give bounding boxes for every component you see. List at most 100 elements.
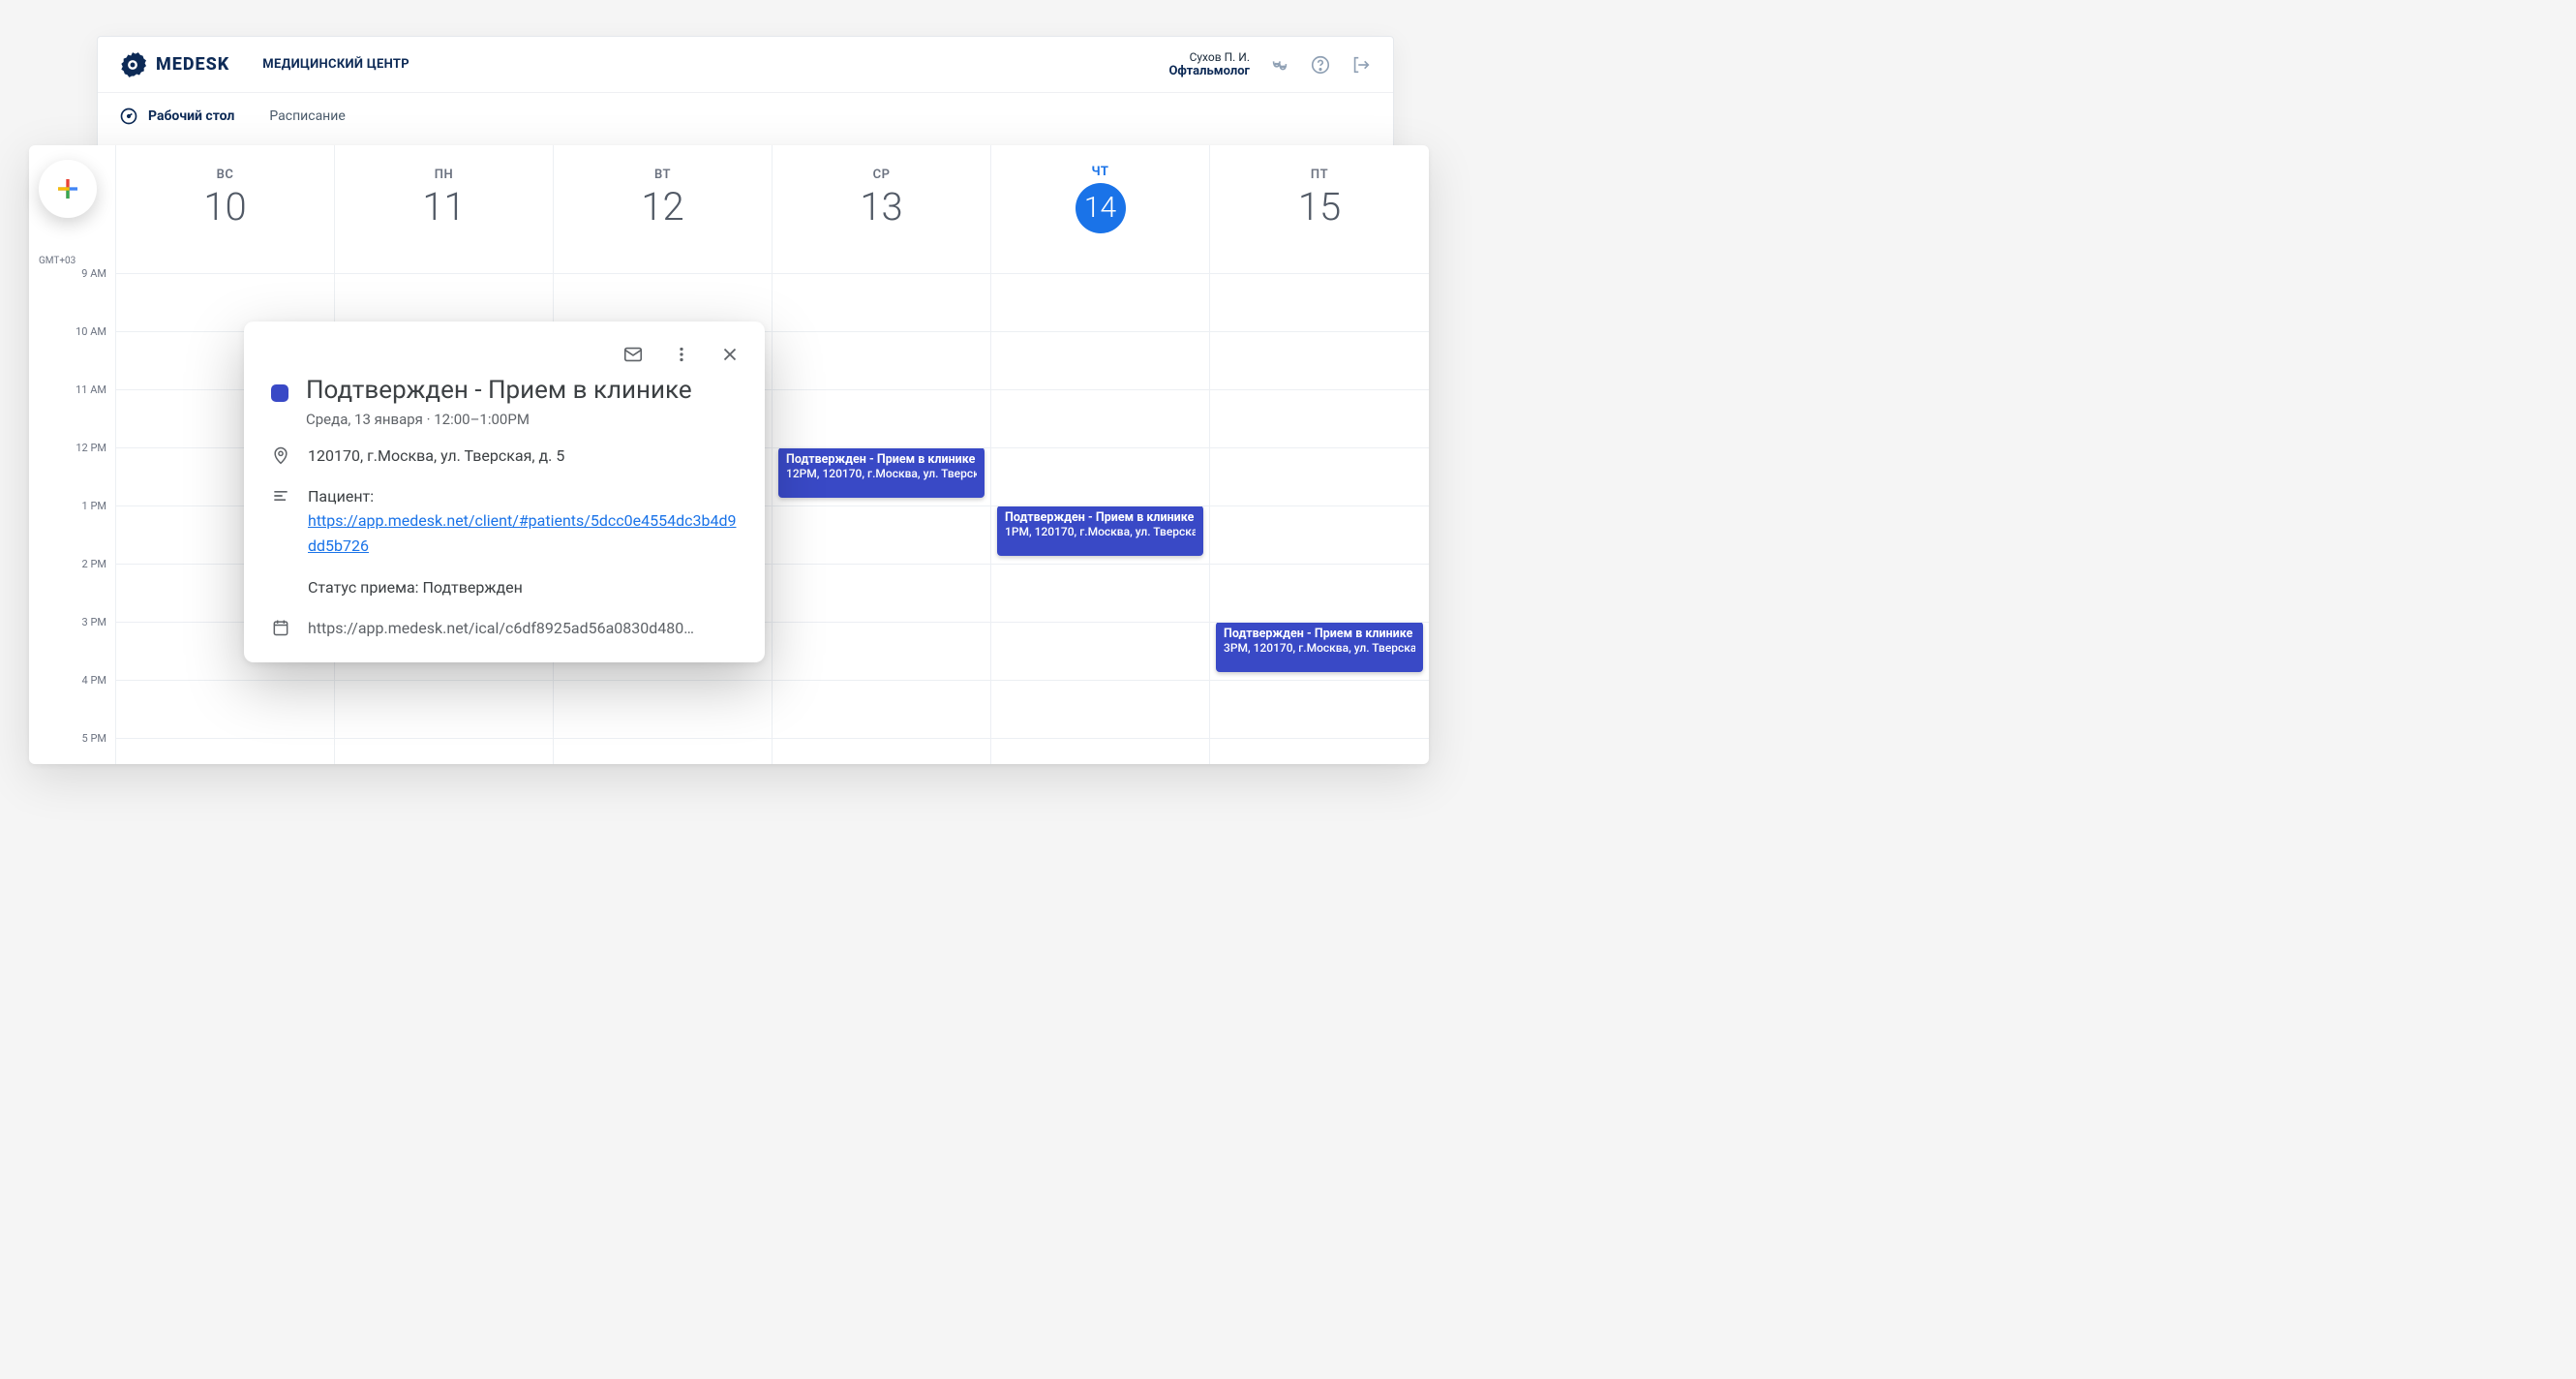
close-button[interactable]: [712, 337, 747, 372]
popover-actions: [244, 322, 765, 372]
hour-line: [554, 273, 772, 274]
grid-col-thu[interactable]: Подтвержден - Прием в клинике 1PM, 12017…: [991, 252, 1210, 764]
brand-logo[interactable]: MEDESK: [119, 51, 229, 78]
hour-line: [773, 273, 990, 274]
event-popover: Подтвержден - Прием в клинике Среда, 13 …: [244, 322, 765, 662]
day-col-sun[interactable]: ВС 10: [116, 145, 335, 252]
hour-line: [773, 680, 990, 681]
status-text: Статус приема: Подтвержден: [308, 575, 738, 600]
event-title: Подтвержден - Прием в клинике: [1005, 510, 1196, 525]
hour-line: [1210, 273, 1429, 274]
hour-line: [335, 738, 553, 739]
header-row-2: Рабочий стол Расписание: [98, 93, 1393, 139]
medesk-header-card: MEDESK МЕДИЦИНСКИЙ ЦЕНТР Сухов П. И. Офт…: [97, 36, 1394, 162]
hour-label: 11 AM: [37, 383, 106, 396]
day-name: ПН: [435, 168, 453, 182]
day-name: СР: [873, 168, 891, 182]
timezone-label: GMT+03: [39, 256, 76, 266]
hour-line: [773, 447, 990, 448]
day-col-thu[interactable]: ЧТ 14: [991, 145, 1210, 252]
clinic-name: МЕДИЦИНСКИЙ ЦЕНТР: [262, 57, 409, 72]
hour-line: [773, 622, 990, 623]
day-col-wed[interactable]: СР 13: [773, 145, 991, 252]
create-button[interactable]: [39, 160, 97, 218]
hour-label: 4 PM: [37, 674, 106, 687]
calendar-header: ВС 10 ПН 11 ВТ 12 СР 13 ЧТ 14 ПТ 15: [29, 145, 1429, 252]
event-fri[interactable]: Подтвержден - Прием в клинике 3PM, 12017…: [1216, 622, 1423, 672]
day-num: 11: [422, 184, 465, 230]
hour-label: 9 AM: [37, 267, 106, 280]
dots-vertical-icon: [671, 344, 692, 365]
day-num: 15: [1298, 184, 1341, 230]
patient-label: Пациент:: [308, 487, 374, 506]
hour-line: [335, 680, 553, 681]
event-thu[interactable]: Подтвержден - Прием в клинике 1PM, 12017…: [997, 506, 1203, 556]
hour-label: 3 PM: [37, 616, 106, 628]
hour-line: [773, 389, 990, 390]
grid-col-fri[interactable]: Подтвержден - Прием в клинике 3PM, 12017…: [1210, 252, 1429, 764]
event-detail: 12PM, 120170, г.Москва, ул. Тверская: [786, 467, 977, 480]
plus-icon: [53, 174, 82, 203]
event-detail: 1PM, 120170, г.Москва, ул. Тверская: [1005, 525, 1196, 538]
hour-line: [335, 273, 553, 274]
popover-source-row: https://app.medesk.net/ical/c6df8925ad56…: [244, 600, 765, 641]
hour-line: [991, 738, 1209, 739]
event-detail: 3PM, 120170, г.Москва, ул. Тверская: [1224, 641, 1415, 655]
hour-line: [991, 622, 1209, 623]
popover-location-row: 120170, г.Москва, ул. Тверская, д. 5: [244, 428, 765, 469]
hour-line: [991, 389, 1209, 390]
hour-line: [1210, 738, 1429, 739]
hour-line: [554, 680, 772, 681]
day-num: 10: [203, 184, 246, 230]
mask-icon[interactable]: [1269, 54, 1290, 76]
day-name: ВТ: [654, 168, 671, 182]
event-color-swatch: [271, 384, 288, 402]
hour-line: [1210, 447, 1429, 448]
day-num: 13: [860, 184, 902, 230]
description-icon: [271, 486, 290, 506]
hour-line: [1210, 564, 1429, 565]
user-role: Офтальмолог: [1168, 64, 1250, 78]
day-num: 14: [1084, 191, 1116, 225]
popover-location: 120170, г.Москва, ул. Тверская, д. 5: [308, 444, 564, 469]
day-name: ПТ: [1311, 168, 1328, 182]
nav-dashboard[interactable]: Рабочий стол: [119, 107, 234, 126]
event-wed[interactable]: Подтвержден - Прием в клинике 12PM, 1201…: [778, 447, 985, 498]
hour-line: [1210, 389, 1429, 390]
popover-title-row: Подтвержден - Прием в клинике Среда, 13 …: [244, 372, 765, 428]
user-name: Сухов П. И.: [1168, 50, 1250, 64]
hour-line: [991, 564, 1209, 565]
popover-description: Пациент: https://app.medesk.net/client/#…: [308, 484, 738, 600]
location-icon: [271, 445, 290, 465]
email-button[interactable]: [616, 337, 651, 372]
logout-icon[interactable]: [1350, 54, 1372, 76]
popover-title: Подтвержден - Прием в клинике: [306, 376, 692, 405]
day-col-mon[interactable]: ПН 11: [335, 145, 554, 252]
event-title: Подтвержден - Прием в клинике: [786, 452, 977, 467]
help-icon[interactable]: [1310, 54, 1331, 76]
hour-line: [116, 738, 334, 739]
grid-col-wed[interactable]: Подтвержден - Прием в клинике 12PM, 1201…: [773, 252, 991, 764]
day-name: ВС: [217, 168, 234, 182]
day-col-fri[interactable]: ПТ 15: [1210, 145, 1429, 252]
patient-link[interactable]: https://app.medesk.net/client/#patients/…: [308, 511, 737, 555]
hour-line: [773, 564, 990, 565]
brand-text: MEDESK: [156, 54, 229, 75]
popover-subtitle: Среда, 13 января · 12:00–1:00PM: [306, 411, 692, 428]
popover-description-row: Пациент: https://app.medesk.net/client/#…: [244, 469, 765, 600]
day-col-tue[interactable]: ВТ 12: [554, 145, 773, 252]
hour-label: 2 PM: [37, 558, 106, 570]
hour-line: [773, 738, 990, 739]
user-block[interactable]: Сухов П. И. Офтальмолог: [1168, 50, 1250, 78]
hour-line: [991, 273, 1209, 274]
hour-line: [1210, 331, 1429, 332]
ical-url: https://app.medesk.net/ical/c6df8925ad56…: [308, 616, 694, 641]
event-title: Подтвержден - Прием в клинике: [1224, 627, 1415, 641]
nav-schedule[interactable]: Расписание: [269, 108, 345, 124]
more-button[interactable]: [664, 337, 699, 372]
day-num: 12: [641, 184, 683, 230]
hour-line: [116, 273, 334, 274]
hour-line: [991, 331, 1209, 332]
mail-icon: [622, 344, 644, 365]
hour-line: [554, 738, 772, 739]
